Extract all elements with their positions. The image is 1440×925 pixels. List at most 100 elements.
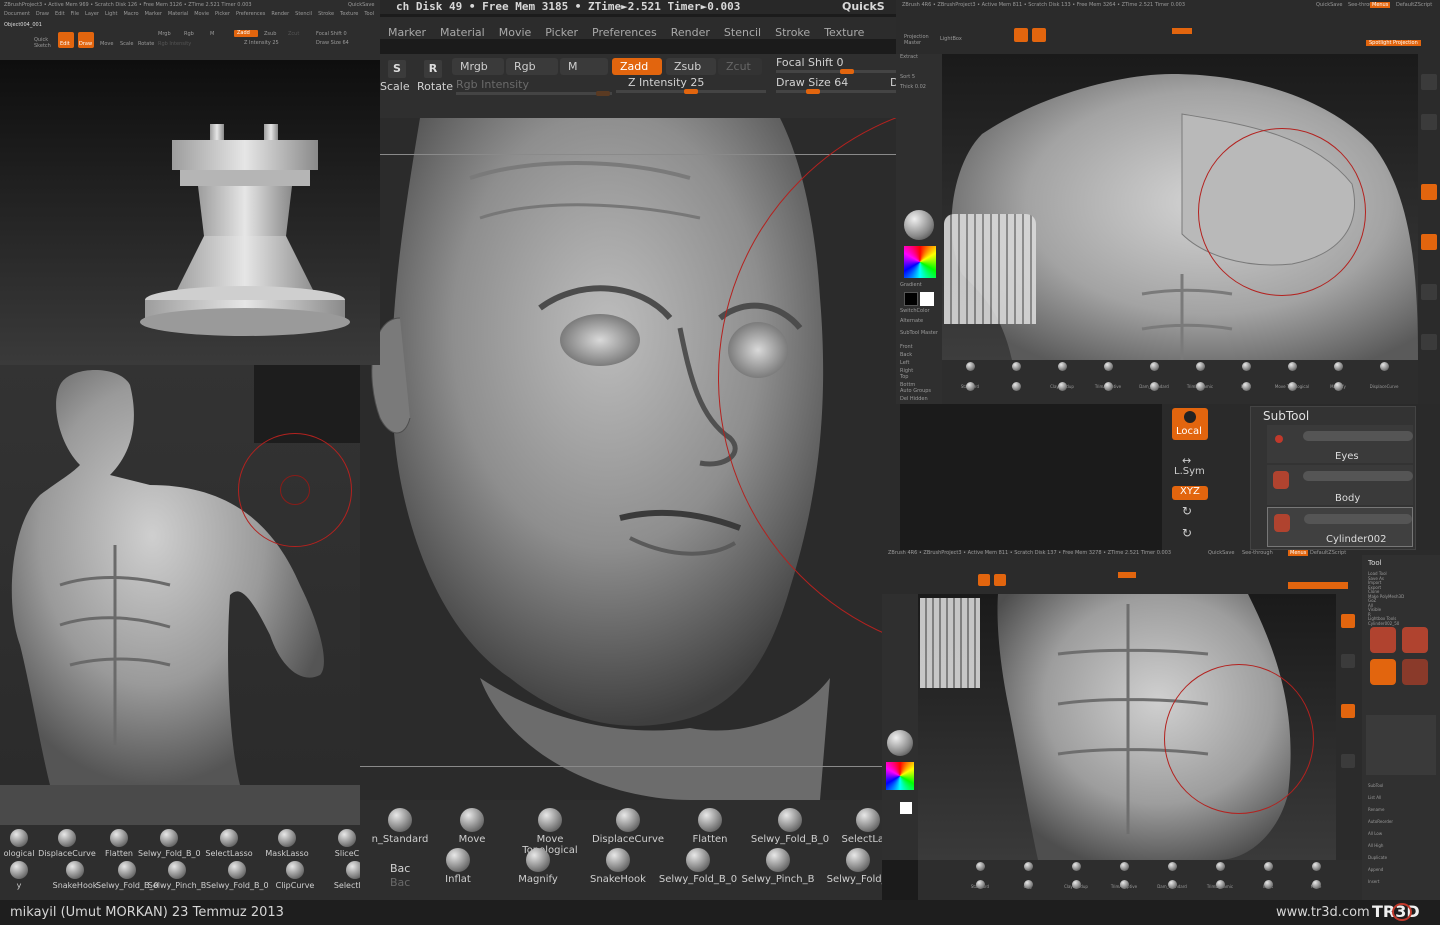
- rt-tray-label-6[interactable]: SubTool Master: [900, 330, 938, 336]
- tool-item-16[interactable]: All Low: [1368, 831, 1382, 836]
- center-brush-r2-4[interactable]: Selwy_Pinch_B: [738, 848, 818, 885]
- lt-menu-picker[interactable]: Picker: [215, 11, 230, 17]
- lt-menu-macro[interactable]: Macro: [123, 11, 138, 17]
- menu-picker[interactable]: Picker: [545, 26, 578, 39]
- right-top-quicksave[interactable]: QuickSave: [1316, 2, 1342, 8]
- menu-marker[interactable]: Marker: [388, 26, 426, 39]
- tool-item-13[interactable]: List All: [1368, 795, 1381, 800]
- rb-brush-9[interactable]: DisplaceCurve: [1006, 880, 1050, 900]
- left-brush-r2-0[interactable]: y: [0, 861, 50, 890]
- mrgb-small-button[interactable]: Mrgb: [158, 31, 171, 37]
- left-top-quicksave[interactable]: QuickSave: [348, 2, 374, 8]
- rt-tray-label-0[interactable]: Extract: [900, 54, 918, 60]
- center-brush-r1-4[interactable]: Flatten: [670, 808, 750, 845]
- tool-item-14[interactable]: Rename: [1368, 807, 1384, 812]
- rt-brush-17[interactable]: SelectRect: [1270, 382, 1314, 404]
- tool-thumb-3[interactable]: [1370, 659, 1396, 685]
- z-intensity-track[interactable]: [616, 89, 766, 94]
- right-bottom-quicksave[interactable]: QuickSave: [1208, 550, 1234, 556]
- center-brush-r2-1[interactable]: Magnify: [498, 848, 578, 885]
- rt-brush-10[interactable]: Flatten: [948, 382, 992, 404]
- focal-shift-small[interactable]: Focal Shift 0: [316, 31, 347, 37]
- move-button[interactable]: Move: [100, 41, 113, 47]
- tool-item-20[interactable]: Insert: [1368, 879, 1379, 884]
- rt-tray-label-7[interactable]: Front: [900, 344, 913, 350]
- mrgb-button[interactable]: Mrgb: [452, 58, 504, 75]
- lt-menu-stencil[interactable]: Stencil: [295, 11, 312, 17]
- left-brush-r2-4[interactable]: Selwy_Fold_B_0: [206, 861, 269, 890]
- lt-menu-layer[interactable]: Layer: [85, 11, 99, 17]
- left-brush-r2-3[interactable]: Selwy_Pinch_B: [146, 861, 208, 890]
- right-top-viewport[interactable]: [942, 54, 1418, 360]
- rgb-button[interactable]: Rgb: [506, 58, 558, 75]
- right-bottom-material-sphere[interactable]: [887, 730, 913, 756]
- scale-small-button[interactable]: Scale: [120, 41, 133, 47]
- zsub-small-button[interactable]: Zsub: [264, 31, 276, 37]
- lsym-button[interactable]: L.Sym: [1174, 466, 1205, 477]
- lt-menu-marker[interactable]: Marker: [145, 11, 162, 17]
- right-tray-btn-3[interactable]: [1421, 74, 1437, 90]
- right-bottom-color-picker[interactable]: [886, 762, 914, 790]
- menu-material[interactable]: Material: [440, 26, 485, 39]
- center-brush-r1-0[interactable]: n_Standard: [360, 808, 440, 845]
- left-brush-r2-5[interactable]: ClipCurve: [264, 861, 326, 890]
- rb-tray-btn-3[interactable]: [1341, 704, 1355, 718]
- right-tray-btn-6[interactable]: [1421, 334, 1437, 350]
- tool-item-12[interactable]: SubTool: [1368, 783, 1383, 788]
- left-brush-r1-5[interactable]: MaskLasso: [256, 829, 318, 858]
- right-top-edit-button[interactable]: [1014, 28, 1028, 42]
- rt-tray-label-5[interactable]: Alternate: [900, 318, 923, 324]
- left-brush-r1-3[interactable]: Selwy_Fold_B_0: [138, 829, 201, 858]
- rt-tray-label-3[interactable]: Gradient: [900, 282, 922, 288]
- tool-item-17[interactable]: All High: [1368, 843, 1383, 848]
- right-bottom-spotlight-button[interactable]: [1288, 582, 1348, 589]
- right-tray-orange-btn-2[interactable]: [1421, 234, 1437, 250]
- rt-tray-label-4[interactable]: SwitchColor: [900, 308, 930, 314]
- tool-item-18[interactable]: Duplicate: [1368, 855, 1387, 860]
- center-brush-r2-3[interactable]: Selwy_Fold_B_0: [658, 848, 738, 885]
- tool-thumb-2[interactable]: [1402, 627, 1428, 653]
- cylinder-visibility-toggle[interactable]: [1304, 514, 1412, 524]
- rt-tray-label-8[interactable]: Back: [900, 352, 912, 358]
- right-top-spotlight[interactable]: Spotlight Projection: [1366, 40, 1421, 46]
- rt-brush-11[interactable]: Selwy_Fold_B_0: [994, 382, 1038, 404]
- right-top-zadd-button[interactable]: [1172, 28, 1192, 34]
- rb-brush-15[interactable]: BackfaceMask: [1294, 880, 1338, 900]
- rb-brush-8[interactable]: Magnify: [958, 880, 1002, 900]
- lt-menu-document[interactable]: Document: [4, 11, 30, 17]
- draw-size-small[interactable]: Draw Size 64: [316, 40, 349, 46]
- lt-menu-light[interactable]: Light: [105, 11, 117, 17]
- center-brush-r2-2[interactable]: SnakeHook: [578, 848, 658, 885]
- lt-menu-edit[interactable]: Edit: [55, 11, 65, 17]
- tool-item-15[interactable]: AutoReorder: [1368, 819, 1393, 824]
- rt-tray-label-1[interactable]: Sort 5: [900, 74, 915, 80]
- center-brush-r2-5[interactable]: Selwy_Fold_l: [818, 848, 882, 885]
- lt-menu-stroke[interactable]: Stroke: [318, 11, 334, 17]
- right-top-draw-button[interactable]: [1032, 28, 1046, 42]
- menu-render[interactable]: Render: [671, 26, 710, 39]
- draw-size-slider[interactable]: Draw Size 64: [776, 76, 848, 89]
- menu-preferences[interactable]: Preferences: [592, 26, 657, 39]
- right-top-menus-button[interactable]: Menus: [1370, 2, 1391, 8]
- back-button[interactable]: Bac: [390, 862, 410, 875]
- right-bottom-swatch-white[interactable]: [900, 802, 912, 814]
- rgb-intensity-track[interactable]: [456, 91, 612, 96]
- rt-brush-18[interactable]: BackfaceMask: [1316, 382, 1360, 404]
- center-brush-r1-3[interactable]: DisplaceCurve: [588, 808, 668, 845]
- rb-tray-btn-2[interactable]: [1341, 654, 1355, 668]
- rb-brush-14[interactable]: SelectLasso: [1246, 880, 1290, 900]
- right-top-color-picker[interactable]: [904, 246, 936, 278]
- rt-brush-15[interactable]: MaskLasso: [1178, 382, 1222, 404]
- rotate-orbit-icon[interactable]: ↻: [1182, 504, 1192, 518]
- right-top-projection-master[interactable]: Projection Master: [904, 34, 932, 46]
- lt-menu-tool[interactable]: Tool: [364, 11, 374, 17]
- body-visibility-toggle[interactable]: [1303, 471, 1413, 481]
- rotate-button[interactable]: R: [424, 60, 442, 78]
- rt-tray-label-14[interactable]: Del Hidden: [900, 396, 928, 402]
- right-bottom-see-through[interactable]: See-through: [1242, 550, 1273, 556]
- center-brush-r1-6[interactable]: SelectLass: [828, 808, 882, 845]
- rotate-small-button[interactable]: Rotate: [138, 41, 154, 47]
- menu-stencil[interactable]: Stencil: [724, 26, 761, 39]
- right-bottom-script[interactable]: DefaultZScript: [1310, 550, 1346, 556]
- lt-menu-material[interactable]: Material: [168, 11, 188, 17]
